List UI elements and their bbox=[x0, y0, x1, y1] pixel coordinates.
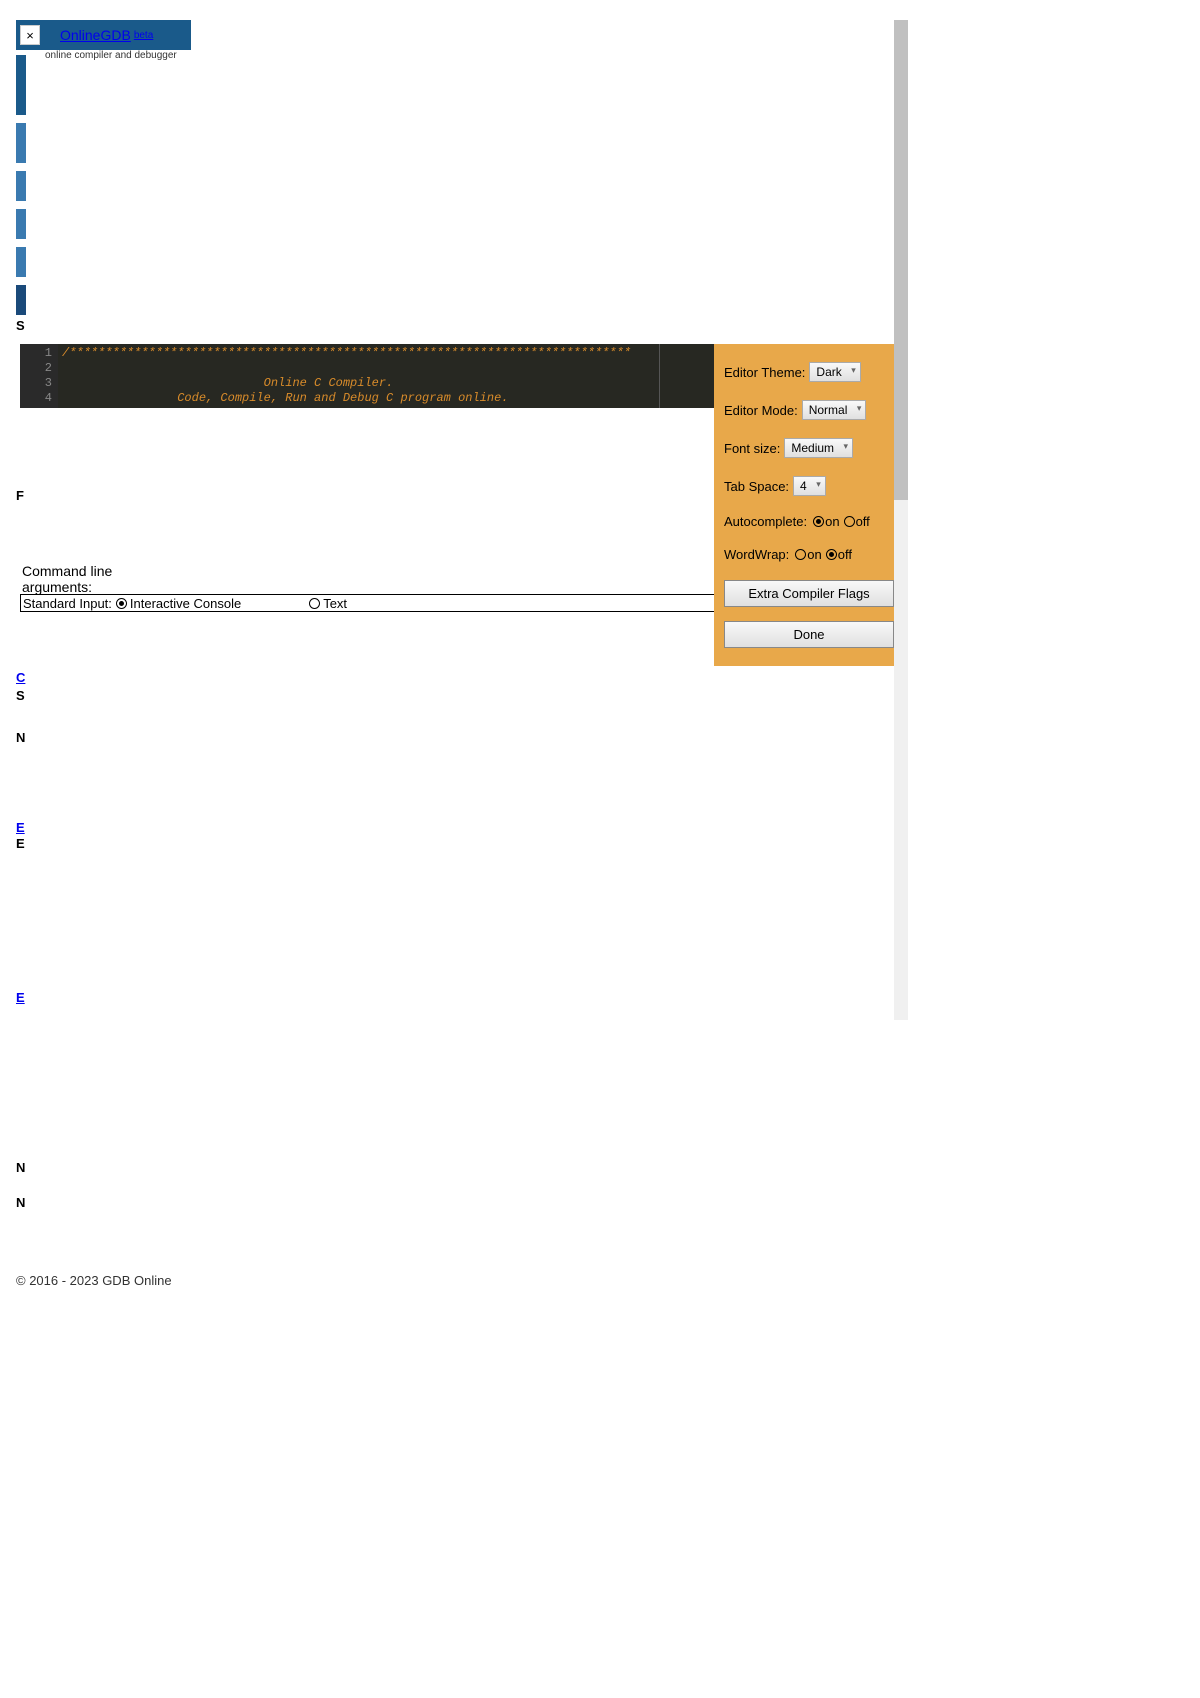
stdin-label: Standard Input: bbox=[23, 596, 112, 611]
settings-panel: Editor Theme: Dark Editor Mode: Normal F… bbox=[714, 344, 904, 666]
sidebar-stripe bbox=[16, 55, 26, 325]
partial-n3: N bbox=[16, 1195, 25, 1210]
close-button[interactable]: × bbox=[20, 25, 40, 45]
partial-s: S bbox=[16, 318, 25, 333]
wordwrap-label: WordWrap: bbox=[724, 547, 789, 562]
stdin-text-radio[interactable]: Text bbox=[309, 596, 347, 611]
partial-s2: S bbox=[16, 688, 25, 703]
wordwrap-off-radio[interactable]: off bbox=[826, 547, 852, 562]
partial-f: F bbox=[16, 488, 24, 503]
partial-e-link[interactable]: E bbox=[16, 820, 25, 835]
wordwrap-on-radio[interactable]: on bbox=[795, 547, 821, 562]
line-gutter: 1 2 3 4 bbox=[20, 344, 58, 408]
mode-label: Editor Mode: bbox=[724, 403, 798, 418]
theme-select[interactable]: Dark bbox=[809, 362, 860, 382]
extra-compiler-flags-button[interactable]: Extra Compiler Flags bbox=[724, 580, 894, 607]
done-button[interactable]: Done bbox=[724, 621, 894, 648]
cmd-args-label: Command line arguments: bbox=[22, 563, 112, 595]
partial-n: N bbox=[16, 730, 25, 745]
scrollbar[interactable] bbox=[894, 20, 908, 1020]
logo-link[interactable]: OnlineGDB bbox=[60, 27, 131, 43]
partial-c-link[interactable]: C bbox=[16, 670, 25, 685]
tab-select[interactable]: 4 bbox=[793, 476, 826, 496]
header-bar: × OnlineGDB beta bbox=[16, 20, 191, 50]
font-label: Font size: bbox=[724, 441, 780, 456]
partial-e-link2[interactable]: E bbox=[16, 990, 25, 1005]
autocomplete-off-radio[interactable]: off bbox=[844, 514, 870, 529]
theme-label: Editor Theme: bbox=[724, 365, 805, 380]
close-icon: × bbox=[26, 28, 34, 43]
partial-n2: N bbox=[16, 1160, 25, 1175]
autocomplete-on-radio[interactable]: on bbox=[813, 514, 839, 529]
stdin-interactive-radio[interactable]: Interactive Console bbox=[116, 596, 241, 611]
code-content: /***************************************… bbox=[58, 344, 631, 408]
font-select[interactable]: Medium bbox=[784, 438, 853, 458]
beta-link[interactable]: beta bbox=[134, 30, 153, 41]
footer-copyright: © 2016 - 2023 GDB Online bbox=[16, 1273, 172, 1288]
autocomplete-label: Autocomplete: bbox=[724, 514, 807, 529]
partial-e2: E bbox=[16, 836, 25, 851]
mode-select[interactable]: Normal bbox=[802, 400, 867, 420]
header-subtitle: online compiler and debugger bbox=[45, 50, 177, 61]
tab-label: Tab Space: bbox=[724, 479, 789, 494]
editor-margin-line bbox=[659, 344, 660, 408]
scrollbar-thumb[interactable] bbox=[894, 20, 908, 500]
